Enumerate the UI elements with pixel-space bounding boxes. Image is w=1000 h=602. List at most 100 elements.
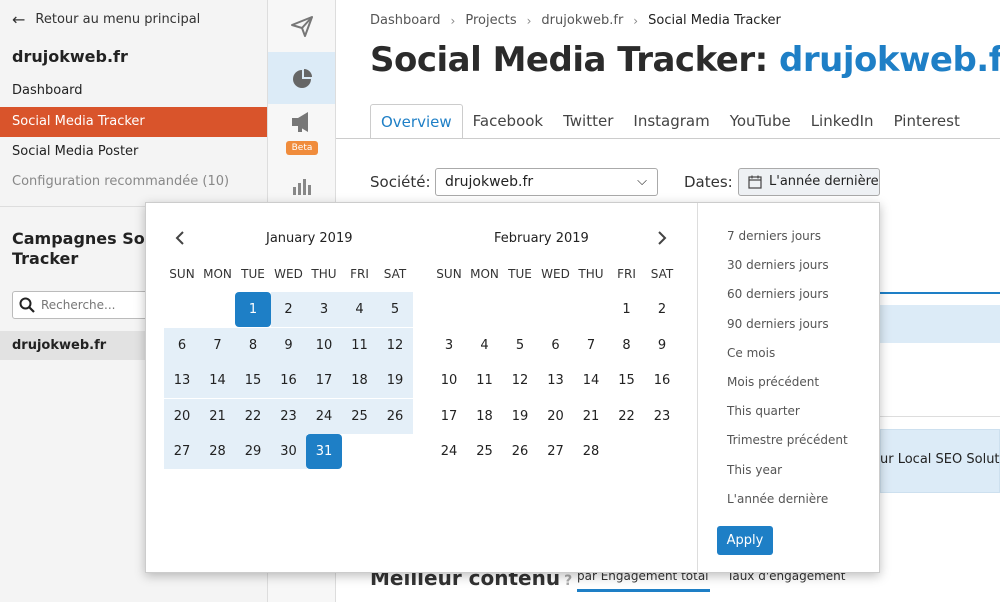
calendar-day[interactable]: 15 [609, 363, 645, 398]
tab-linkedin[interactable]: LinkedIn [801, 104, 884, 139]
calendar-day[interactable]: 1 [609, 292, 645, 327]
calendar-day[interactable]: 21 [573, 399, 609, 434]
calendar-day[interactable]: 23 [644, 399, 680, 434]
calendar-day[interactable]: 8 [235, 327, 271, 363]
breadcrumb-project[interactable]: drujokweb.fr [541, 13, 623, 28]
calendar-day[interactable]: 27 [538, 434, 574, 469]
calendar-day[interactable]: 23 [270, 398, 307, 434]
rail-ads-button[interactable] [268, 104, 335, 140]
preset-option[interactable]: This year [727, 463, 782, 477]
calendar-day[interactable]: 29 [235, 434, 271, 469]
breadcrumb-projects[interactable]: Projects [465, 13, 516, 28]
calendar-day[interactable]: 22 [609, 399, 645, 434]
calendar-day[interactable]: 27 [164, 434, 200, 469]
preset-option[interactable]: L'année dernière [727, 492, 828, 506]
calendar-day[interactable]: 18 [467, 399, 503, 434]
calendar-day[interactable]: 19 [502, 399, 538, 434]
calendar-day[interactable]: 26 [377, 398, 413, 434]
campaign-search-input[interactable] [41, 298, 151, 312]
prev-month-button[interactable] [174, 230, 186, 249]
calendar-day[interactable]: 18 [341, 363, 378, 398]
calendar-day[interactable]: 17 [306, 363, 342, 398]
calendar-day[interactable]: 16 [644, 363, 680, 398]
weekday-header: WED [541, 267, 570, 281]
calendar-day[interactable]: 4 [341, 292, 378, 327]
sidebar-item-dashboard[interactable]: Dashboard [0, 76, 267, 106]
calendar-day[interactable]: 11 [341, 327, 378, 363]
campaign-search-box[interactable] [12, 291, 162, 319]
project-switcher[interactable]: drujokweb.fr [779, 40, 1000, 80]
apply-button[interactable]: Apply [717, 526, 773, 555]
calendar-day[interactable]: 2 [644, 292, 680, 327]
calendar-day[interactable]: 19 [377, 363, 413, 398]
next-month-button[interactable] [656, 230, 668, 249]
preset-option[interactable]: 30 derniers jours [727, 258, 829, 272]
calendar-day[interactable]: 10 [431, 363, 467, 398]
calendar-day[interactable]: 14 [199, 363, 236, 398]
calendar-day[interactable]: 12 [502, 363, 538, 398]
tab-youtube[interactable]: YouTube [720, 104, 801, 139]
calendar-day[interactable]: 4 [467, 328, 503, 363]
tab-instagram[interactable]: Instagram [623, 104, 719, 139]
calendar-day[interactable]: 20 [538, 399, 574, 434]
preset-option[interactable]: This quarter [727, 404, 800, 418]
calendar-day[interactable]: 8 [609, 328, 645, 363]
calendar-day[interactable]: 21 [199, 398, 236, 434]
calendar-day[interactable]: 25 [467, 434, 503, 469]
calendar-day[interactable]: 9 [270, 327, 307, 363]
calendar-day[interactable]: 2 [270, 292, 307, 327]
calendar-day[interactable]: 3 [306, 292, 342, 327]
preset-option[interactable]: 7 derniers jours [727, 229, 821, 243]
company-select[interactable]: drujokweb.fr ⌵ [435, 168, 658, 196]
tab-overview[interactable]: Overview [370, 104, 463, 139]
rail-tracker-button[interactable] [268, 52, 335, 104]
calendar-day[interactable]: 11 [467, 363, 503, 398]
calendar-day[interactable]: 9 [644, 328, 680, 363]
preset-option[interactable]: Trimestre précédent [727, 433, 848, 447]
preset-option[interactable]: 90 derniers jours [727, 317, 829, 331]
calendar-day[interactable]: 28 [573, 434, 609, 469]
calendar-day[interactable]: 24 [431, 434, 467, 469]
calendar-day[interactable]: 26 [502, 434, 538, 469]
sidebar-item-social-media-tracker[interactable]: Social Media Tracker [0, 107, 267, 137]
calendar-day[interactable]: 13 [538, 363, 574, 398]
weekday-header: TUE [241, 267, 265, 281]
date-range-button[interactable]: L'année dernière [738, 168, 880, 196]
tab-facebook[interactable]: Facebook [463, 104, 553, 139]
calendar-day[interactable]: 22 [235, 398, 271, 434]
calendar-day[interactable]: 14 [573, 363, 609, 398]
preset-option[interactable]: 60 derniers jours [727, 287, 829, 301]
campaigns-title-line1: Campagnes Soci [12, 229, 152, 248]
calendar-day[interactable]: 3 [431, 328, 467, 363]
calendar-day[interactable]: 6 [164, 327, 200, 363]
help-icon[interactable]: ? [564, 573, 572, 589]
calendar-day[interactable]: 7 [573, 328, 609, 363]
sidebar-item-recommended-config[interactable]: Configuration recommandée (10) [0, 167, 267, 197]
calendar-day[interactable]: 31 [306, 434, 342, 469]
calendar-day[interactable]: 28 [199, 434, 236, 469]
calendar-day[interactable]: 5 [502, 328, 538, 363]
tab-pinterest[interactable]: Pinterest [884, 104, 970, 139]
calendar-day[interactable]: 24 [306, 398, 342, 434]
tab-twitter[interactable]: Twitter [553, 104, 623, 139]
sidebar-item-social-media-poster[interactable]: Social Media Poster [0, 137, 267, 167]
calendar-day[interactable]: 5 [377, 292, 413, 327]
calendar-day[interactable]: 1 [235, 292, 271, 327]
preset-option[interactable]: Ce mois [727, 346, 775, 360]
calendar-day[interactable]: 13 [164, 363, 200, 398]
preset-option[interactable]: Mois précédent [727, 375, 819, 389]
calendar-day[interactable]: 17 [431, 399, 467, 434]
calendar-day[interactable]: 20 [164, 398, 200, 434]
calendar-day[interactable]: 15 [235, 363, 271, 398]
calendar-day[interactable]: 25 [341, 398, 378, 434]
calendar-day[interactable]: 16 [270, 363, 307, 398]
back-to-main-menu-link[interactable]: ← Retour au menu principal [12, 10, 200, 29]
calendar-day[interactable]: 7 [199, 327, 236, 363]
calendar-day[interactable]: 6 [538, 328, 574, 363]
calendar-day[interactable]: 30 [270, 434, 307, 469]
rail-poster-button[interactable] [268, 0, 335, 52]
calendar-day[interactable]: 10 [306, 327, 342, 363]
calendar-day[interactable]: 12 [377, 327, 413, 363]
breadcrumb-dashboard[interactable]: Dashboard [370, 13, 441, 28]
weekday-header: FRI [350, 267, 369, 281]
